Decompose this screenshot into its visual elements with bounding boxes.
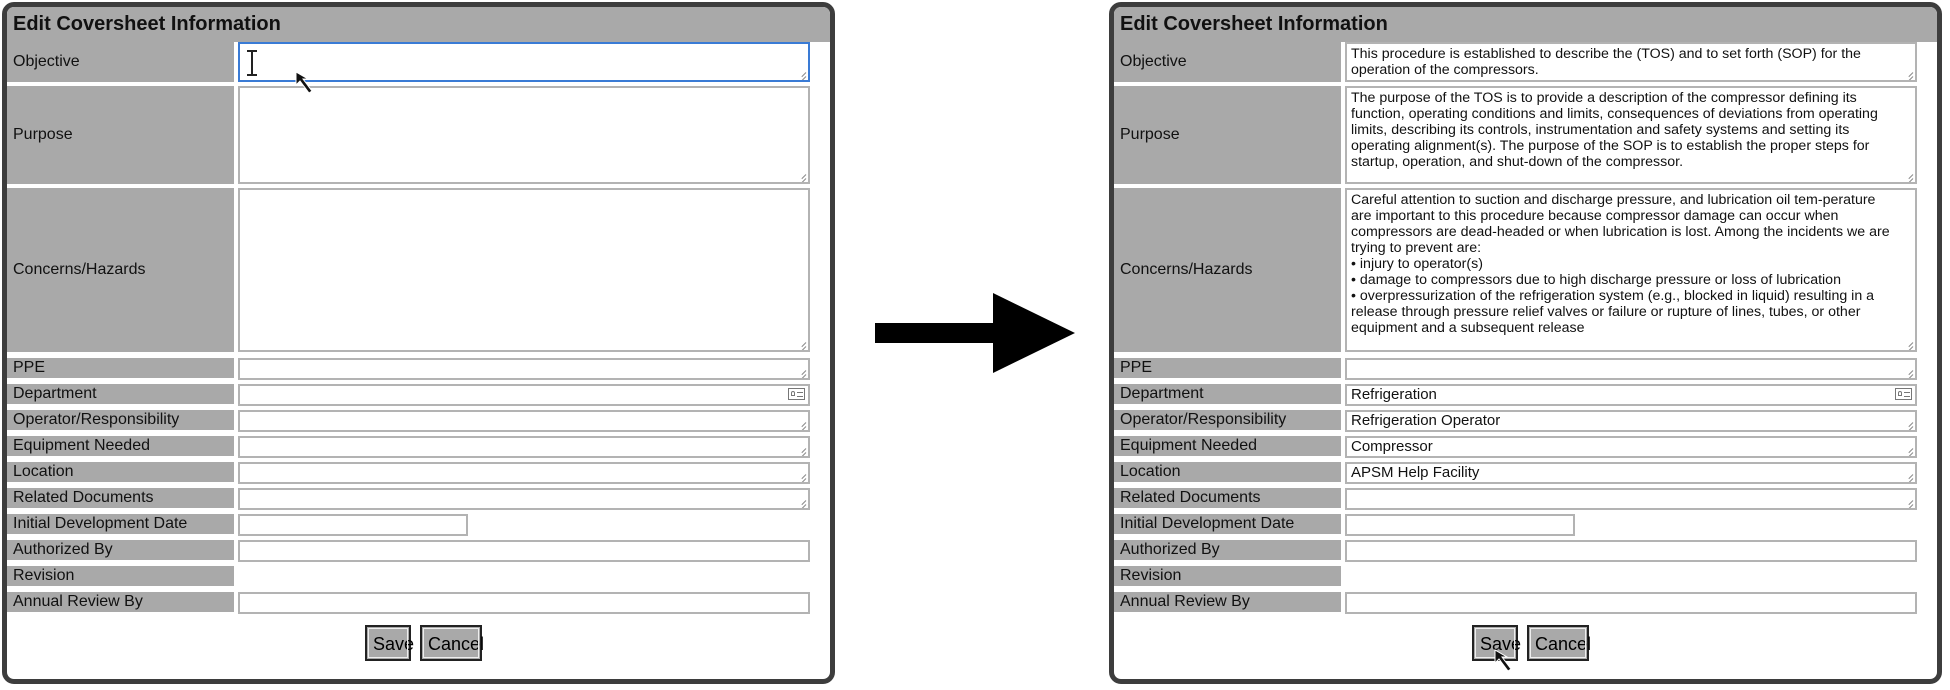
field-label-operator-responsibility: Operator/Responsibility xyxy=(7,410,234,430)
field-label-annual-review-by: Annual Review By xyxy=(1114,592,1341,612)
field-label-revision: Revision xyxy=(7,566,234,586)
purpose-input[interactable]: The purpose of the TOS is to provide a d… xyxy=(1345,86,1917,184)
initial-development-date-input[interactable] xyxy=(1345,514,1575,536)
equipment-needed-input[interactable]: Compressor xyxy=(1345,436,1917,458)
cancel-button[interactable]: Cancel xyxy=(1527,625,1591,661)
field-label-objective: Objective xyxy=(7,42,234,82)
field-label-purpose: Purpose xyxy=(1114,86,1341,184)
location-input[interactable] xyxy=(238,462,810,484)
concerns-hazards-value: Careful attention to suction and dischar… xyxy=(1351,192,1890,336)
operator-responsibility-input[interactable]: Refrigeration Operator xyxy=(1345,410,1917,432)
right-coversheet-panel: Edit Coversheet Information Objective Thi… xyxy=(1109,2,1942,684)
field-label-related-documents: Related Documents xyxy=(1114,488,1341,508)
resize-grip-icon[interactable] xyxy=(795,339,806,349)
equipment-needed-value: Compressor xyxy=(1351,438,1433,455)
purpose-input[interactable] xyxy=(238,86,810,184)
operator-responsibility-value: Refrigeration Operator xyxy=(1351,412,1501,429)
resize-grip-icon[interactable] xyxy=(1902,497,1913,507)
concerns-hazards-input[interactable]: Careful attention to suction and dischar… xyxy=(1345,188,1917,352)
location-input[interactable]: APSM Help Facility xyxy=(1345,462,1917,484)
department-value: Refrigeration xyxy=(1351,386,1437,403)
resize-grip-icon[interactable] xyxy=(795,419,806,429)
field-label-ppe: PPE xyxy=(7,358,234,378)
annual-review-by-input[interactable] xyxy=(238,592,810,614)
initial-development-date-input[interactable] xyxy=(238,514,468,536)
field-label-revision: Revision xyxy=(1114,566,1341,586)
field-label-department: Department xyxy=(7,384,234,404)
resize-grip-icon[interactable] xyxy=(795,367,806,377)
save-button[interactable]: Save xyxy=(365,625,414,661)
field-label-annual-review-by: Annual Review By xyxy=(7,592,234,612)
concerns-hazards-input[interactable] xyxy=(238,188,810,352)
resize-grip-icon[interactable] xyxy=(1902,419,1913,429)
annual-review-by-input[interactable] xyxy=(1345,592,1917,614)
contact-card-icon[interactable] xyxy=(1895,388,1912,400)
panel-title: Edit Coversheet Information xyxy=(1114,7,1937,42)
resize-grip-icon[interactable] xyxy=(795,171,806,181)
field-label-initial-development-date: Initial Development Date xyxy=(7,514,234,534)
ppe-input[interactable] xyxy=(1345,358,1917,380)
resize-grip-icon[interactable] xyxy=(795,497,806,507)
operator-responsibility-input[interactable] xyxy=(238,410,810,432)
resize-grip-icon[interactable] xyxy=(795,445,806,455)
text-cursor-icon xyxy=(247,50,257,76)
right-arrow-icon xyxy=(875,293,1075,373)
field-label-initial-development-date: Initial Development Date xyxy=(1114,514,1341,534)
authorized-by-input[interactable] xyxy=(238,540,810,562)
field-label-location: Location xyxy=(7,462,234,482)
objective-value: This procedure is established to describ… xyxy=(1351,46,1865,78)
cancel-button[interactable]: Cancel xyxy=(420,625,484,661)
field-label-purpose: Purpose xyxy=(7,86,234,184)
field-label-objective: Objective xyxy=(1114,42,1341,82)
department-input[interactable] xyxy=(238,384,810,406)
field-label-related-documents: Related Documents xyxy=(7,488,234,508)
related-documents-input[interactable] xyxy=(238,488,810,510)
field-label-concerns-hazards: Concerns/Hazards xyxy=(7,188,234,352)
ppe-input[interactable] xyxy=(238,358,810,380)
field-label-equipment-needed: Equipment Needed xyxy=(1114,436,1341,456)
related-documents-input[interactable] xyxy=(1345,488,1917,510)
equipment-needed-input[interactable] xyxy=(238,436,810,458)
panel-title: Edit Coversheet Information xyxy=(7,7,830,42)
field-label-ppe: PPE xyxy=(1114,358,1341,378)
resize-grip-icon[interactable] xyxy=(795,69,806,79)
resize-grip-icon[interactable] xyxy=(1902,471,1913,481)
field-label-location: Location xyxy=(1114,462,1341,482)
resize-grip-icon[interactable] xyxy=(1902,445,1913,455)
authorized-by-input[interactable] xyxy=(1345,540,1917,562)
field-label-concerns-hazards: Concerns/Hazards xyxy=(1114,188,1341,352)
mouse-pointer-icon xyxy=(1494,649,1512,672)
left-coversheet-panel: Edit Coversheet Information Objective Pur… xyxy=(2,2,835,684)
location-value: APSM Help Facility xyxy=(1351,464,1480,481)
resize-grip-icon[interactable] xyxy=(1902,171,1913,181)
contact-card-icon[interactable] xyxy=(788,388,805,400)
objective-input[interactable]: This procedure is established to describ… xyxy=(1345,42,1917,82)
field-label-authorized-by: Authorized By xyxy=(1114,540,1341,560)
field-label-operator-responsibility: Operator/Responsibility xyxy=(1114,410,1341,430)
field-label-authorized-by: Authorized By xyxy=(7,540,234,560)
resize-grip-icon[interactable] xyxy=(795,471,806,481)
mouse-pointer-icon xyxy=(295,71,313,94)
field-label-equipment-needed: Equipment Needed xyxy=(7,436,234,456)
purpose-value: The purpose of the TOS is to provide a d… xyxy=(1351,90,1882,170)
resize-grip-icon[interactable] xyxy=(1902,339,1913,349)
department-input[interactable]: Refrigeration xyxy=(1345,384,1917,406)
resize-grip-icon[interactable] xyxy=(1902,69,1913,79)
resize-grip-icon[interactable] xyxy=(1902,367,1913,377)
field-label-department: Department xyxy=(1114,384,1341,404)
objective-input[interactable] xyxy=(238,42,810,82)
